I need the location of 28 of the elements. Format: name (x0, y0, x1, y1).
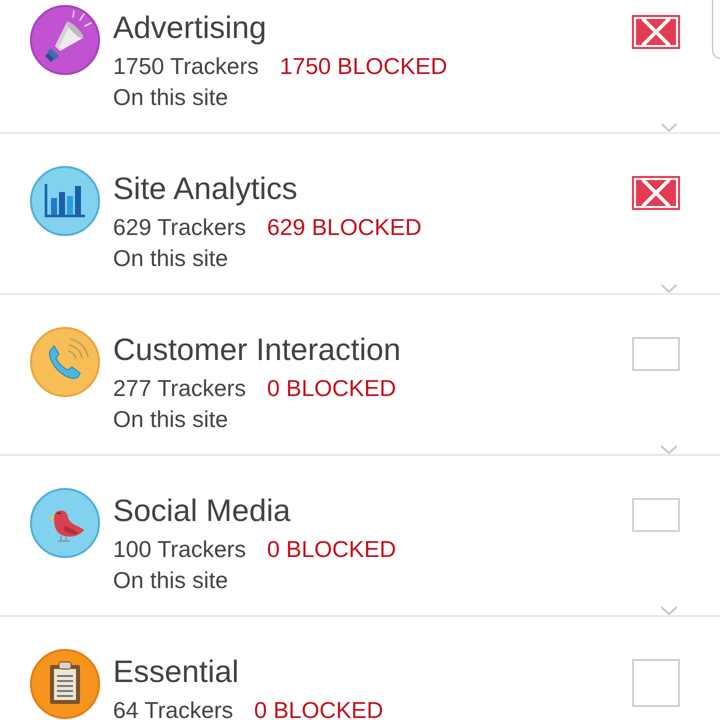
blocked-count: 0 BLOCKED (266, 535, 396, 564)
bar-chart-icon (30, 166, 100, 236)
blocked-count: 0 BLOCKED (266, 374, 396, 403)
scope-label: On this site (113, 83, 230, 112)
tracker-count: 629 Trackers (113, 213, 246, 242)
category-title: Site Analytics (113, 171, 298, 207)
cross-icon (641, 17, 671, 47)
scope-label: On this site (113, 566, 230, 595)
bird-icon (30, 488, 100, 558)
block-checkbox[interactable] (632, 15, 680, 49)
scope-label: On this site (113, 244, 230, 273)
blocked-count: 629 BLOCKED (266, 213, 422, 242)
scope-label: On this site (113, 405, 230, 434)
blocked-count: 0 BLOCKED (254, 696, 384, 720)
category-title: Advertising (113, 10, 268, 46)
tracker-count: 277 Trackers (113, 374, 246, 403)
tracker-count: 64 Trackers (113, 696, 234, 720)
megaphone-icon (30, 5, 100, 75)
category-title: Social Media (113, 493, 292, 529)
block-checkbox[interactable] (632, 176, 680, 210)
clipboard-icon (30, 649, 100, 719)
blocked-count: 1750 BLOCKED (280, 52, 448, 81)
tracker-count: 1750 Trackers (113, 52, 259, 81)
tracker-count: 100 Trackers (113, 535, 246, 564)
cross-icon (641, 178, 671, 208)
category-title: Customer Interaction (113, 332, 402, 368)
category-title: Essential (113, 654, 240, 690)
phone-icon (30, 327, 100, 397)
